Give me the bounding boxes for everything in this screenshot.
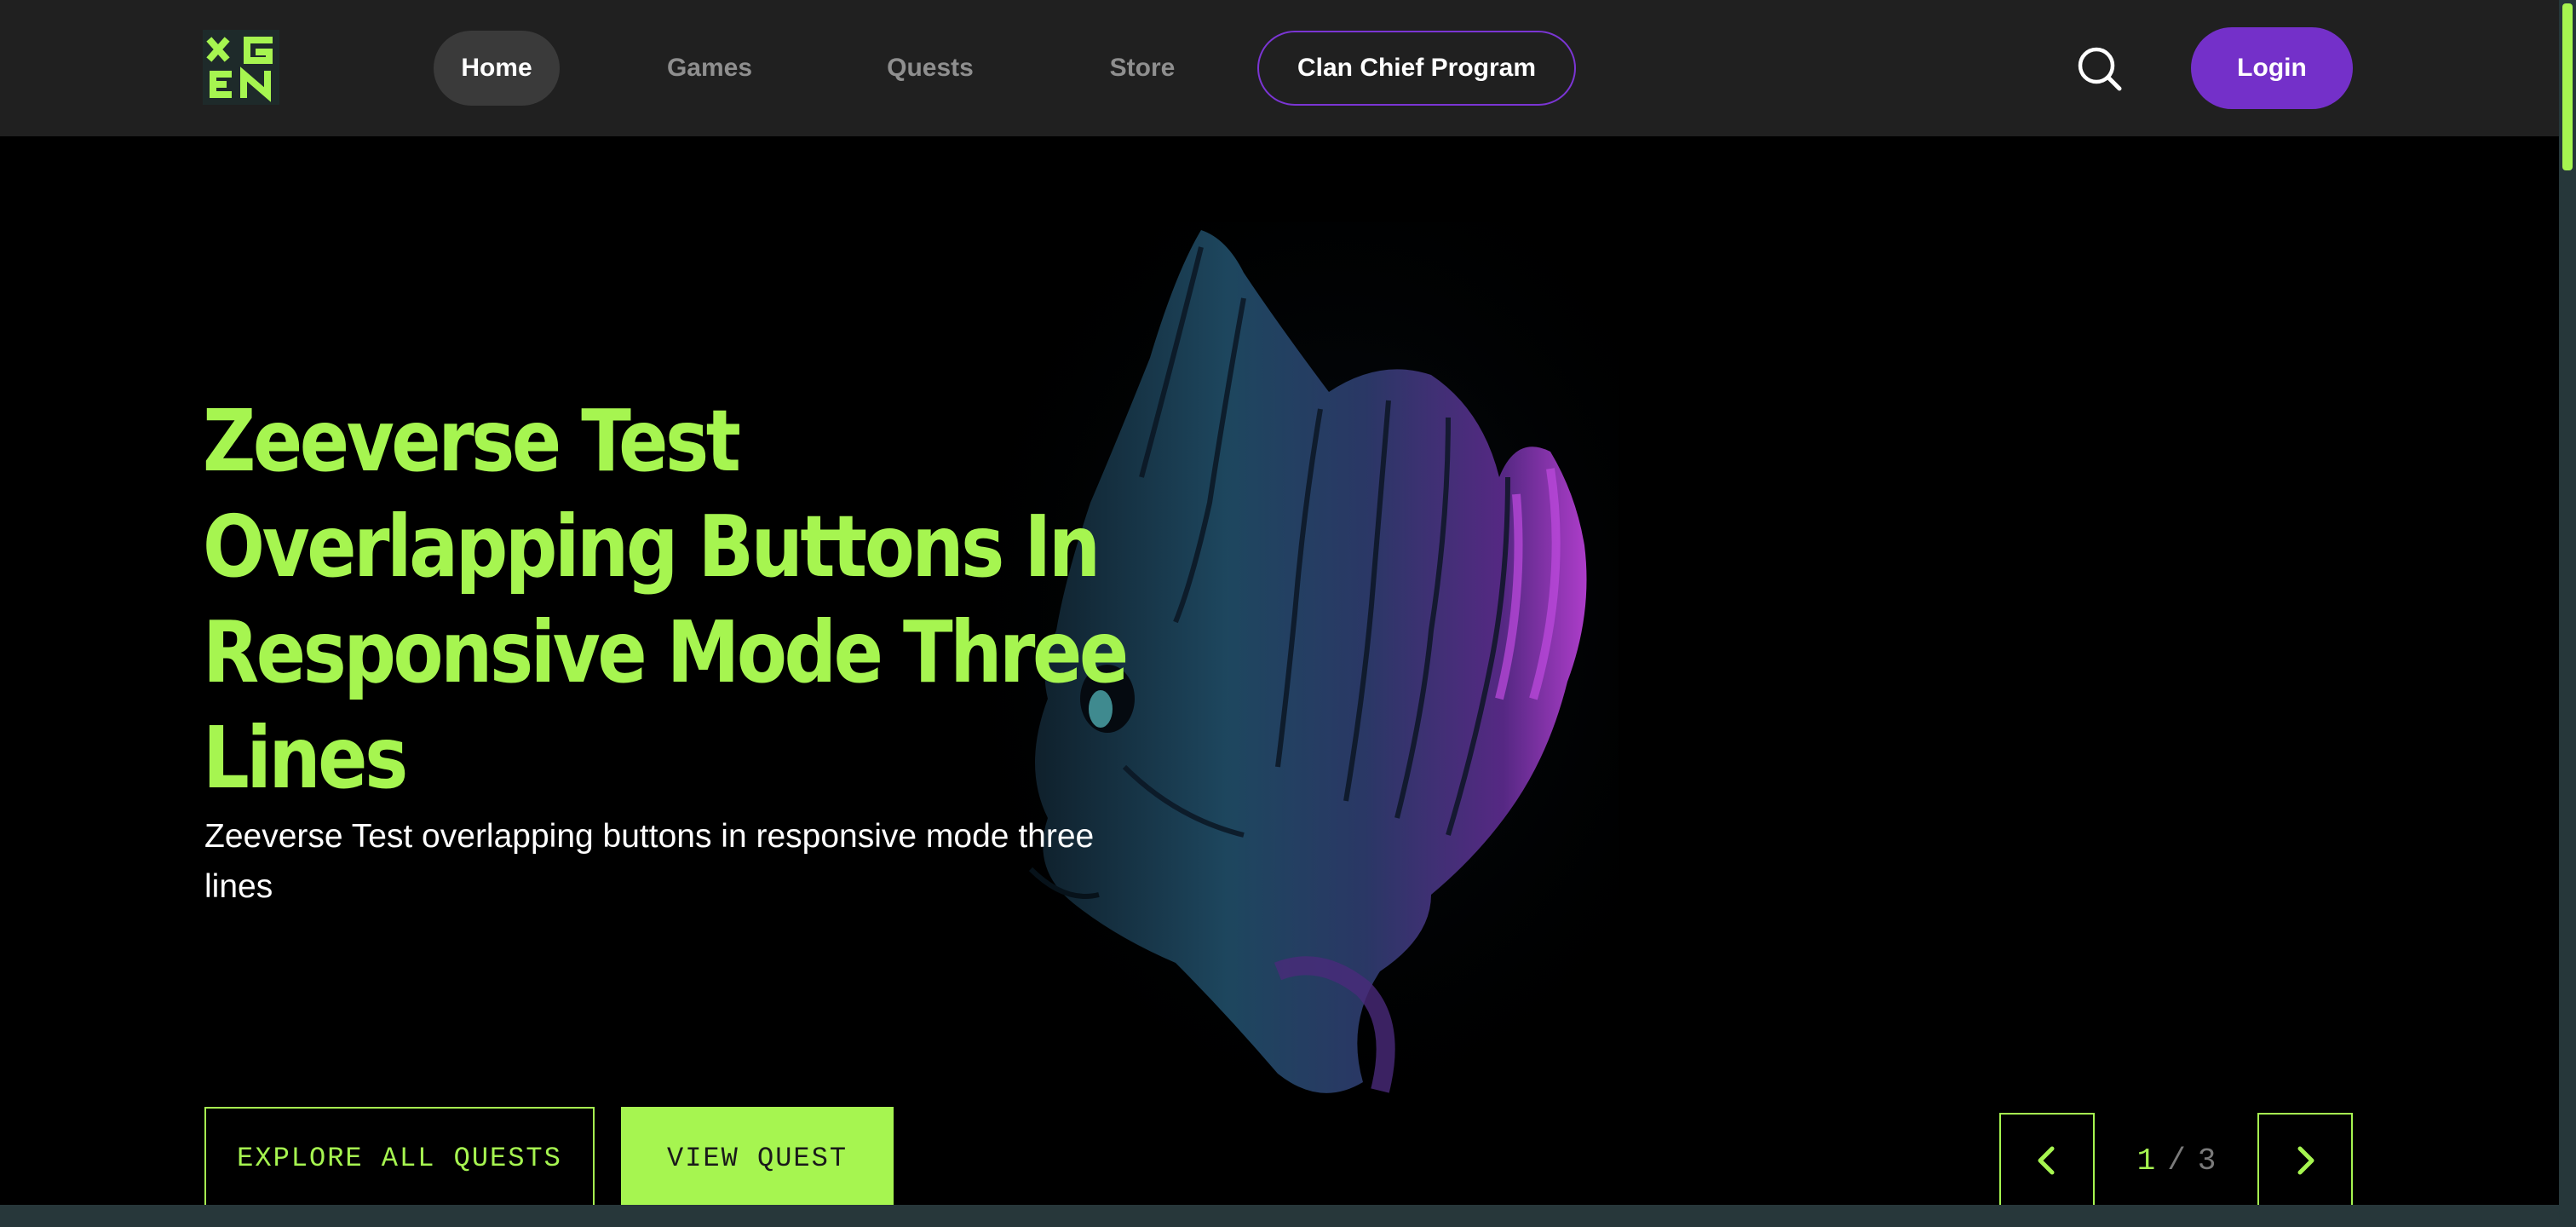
top-navbar: Home Games Quests Store Clan Chief Progr… bbox=[0, 0, 2559, 136]
search-button[interactable] bbox=[2070, 39, 2130, 99]
login-button[interactable]: Login bbox=[2191, 27, 2353, 109]
xgen-logo[interactable] bbox=[203, 30, 279, 105]
chevron-left-icon bbox=[2038, 1146, 2055, 1175]
current-page: 1 bbox=[2136, 1143, 2156, 1178]
search-icon bbox=[2078, 47, 2122, 91]
page-scrollbar[interactable] bbox=[2559, 0, 2576, 1227]
page-separator: / bbox=[2167, 1143, 2186, 1178]
nav-clan-chief-program[interactable]: Clan Chief Program bbox=[1257, 31, 1576, 106]
scrollbar-thumb[interactable] bbox=[2562, 3, 2573, 170]
view-quest-button[interactable]: VIEW QUEST bbox=[621, 1107, 894, 1205]
hero-title: Zeeverse Test Overlapping Buttons In Res… bbox=[203, 391, 1129, 808]
carousel-page-indicator: 1 / 3 bbox=[2113, 1137, 2240, 1184]
hero-banner: Zeeverse Test Overlapping Buttons In Res… bbox=[0, 136, 2559, 1205]
total-pages: 3 bbox=[2197, 1143, 2217, 1178]
nav-games[interactable]: Games bbox=[649, 31, 770, 106]
hero-description: Zeeverse Test overlapping buttons in res… bbox=[204, 818, 1095, 905]
carousel-prev-button[interactable] bbox=[1999, 1113, 2095, 1205]
nav-quests[interactable]: Quests bbox=[870, 31, 991, 106]
carousel-next-button[interactable] bbox=[2257, 1113, 2353, 1205]
chevron-right-icon bbox=[2297, 1146, 2314, 1175]
nav-store[interactable]: Store bbox=[1082, 31, 1203, 106]
nav-home[interactable]: Home bbox=[434, 31, 560, 106]
explore-all-quests-button[interactable]: EXPLORE ALL QUESTS bbox=[204, 1107, 595, 1205]
next-section-edge bbox=[0, 1205, 2559, 1227]
